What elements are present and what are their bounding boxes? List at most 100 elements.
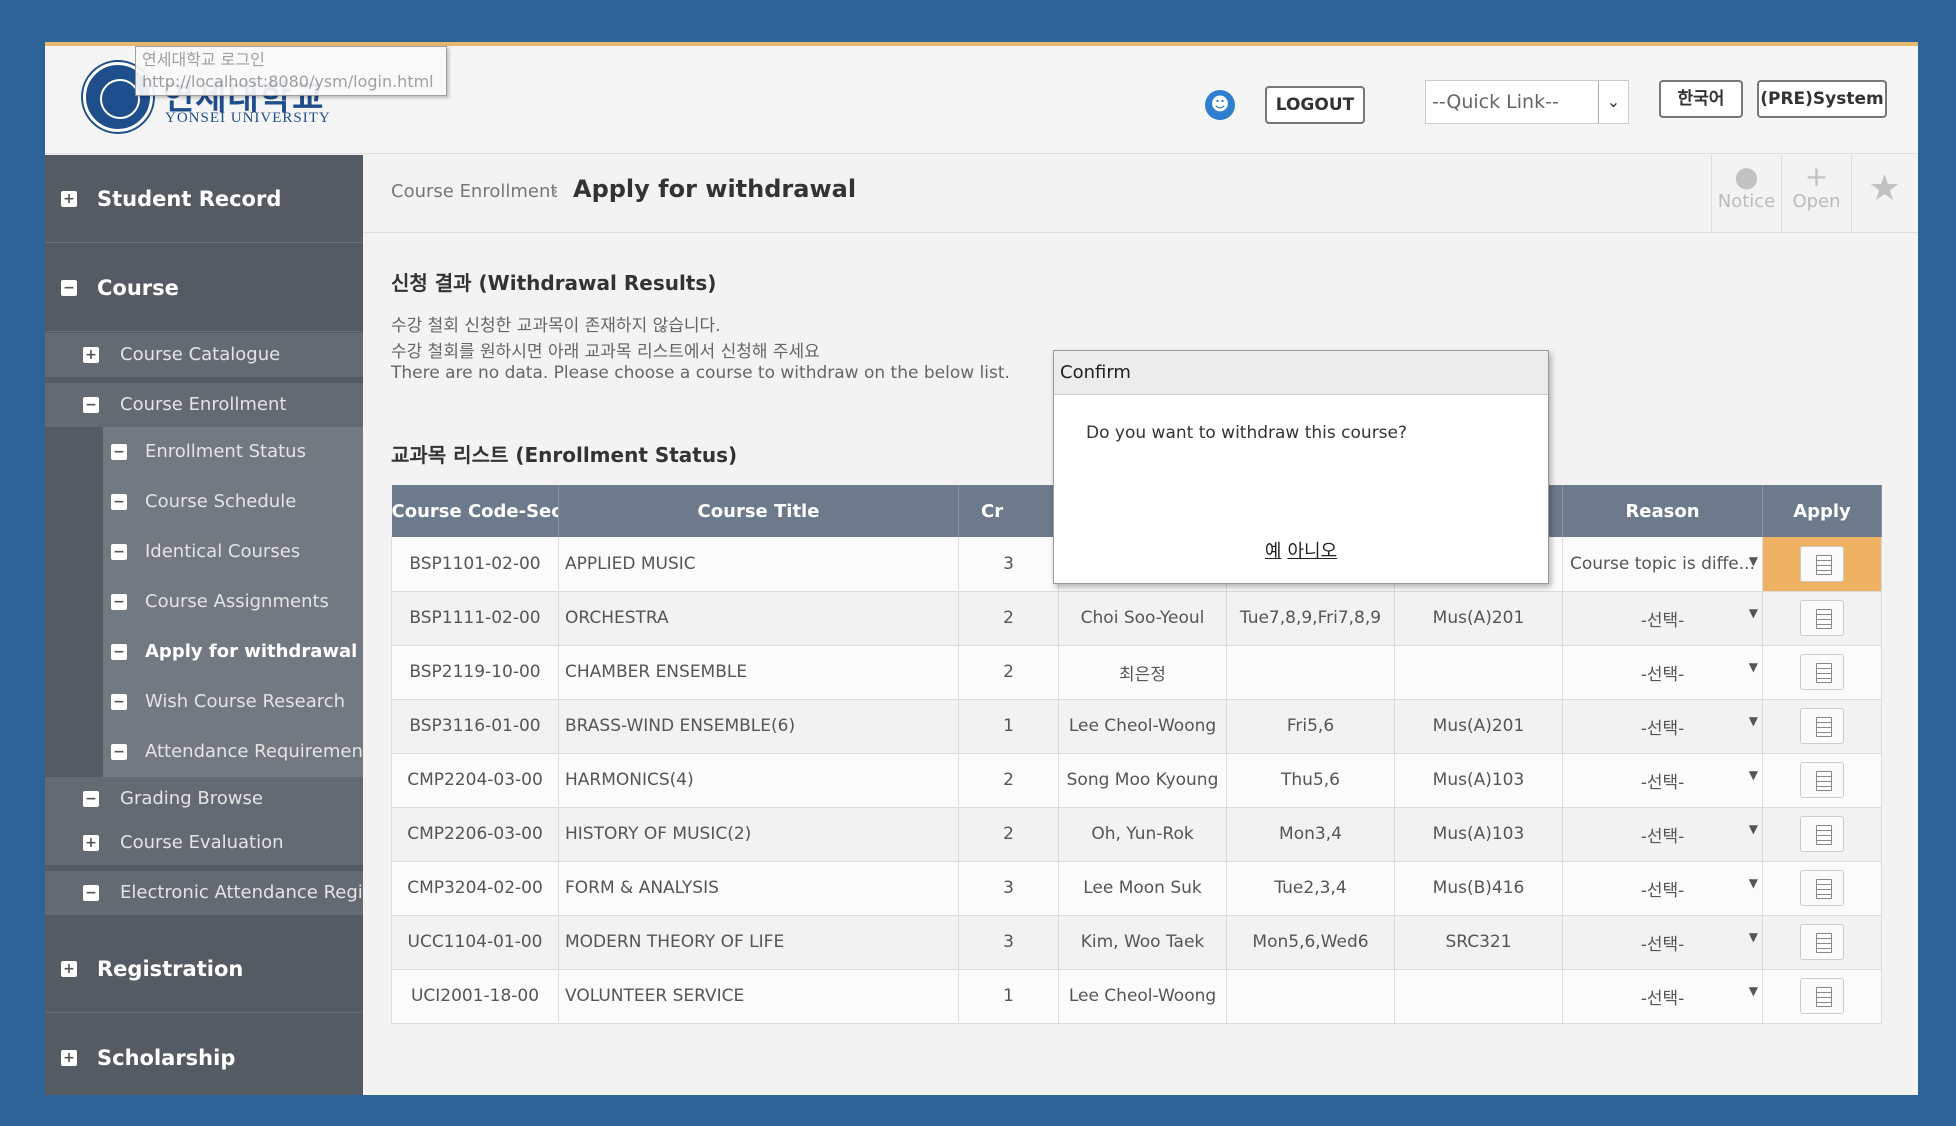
table-row[interactable]: CMP2206-03-00 HISTORY OF MUSIC(2) 2 Oh, Yun… bbox=[391, 807, 1882, 862]
sidebar-item-registration[interactable]: + Registration bbox=[45, 925, 363, 1013]
reason-value: -선택- bbox=[1640, 718, 1685, 739]
table-row[interactable]: BSP1111-02-00 ORCHESTRA 2 Choi Soo-Yeoul Tue… bbox=[391, 591, 1882, 646]
cell-course-title: APPLIED MUSIC bbox=[558, 537, 959, 592]
cell-professor: Lee Cheol-Woong bbox=[1058, 699, 1227, 754]
apply-document-icon[interactable] bbox=[1800, 816, 1844, 852]
apply-document-icon[interactable] bbox=[1800, 654, 1844, 690]
reason-select[interactable]: -선택- ▼ bbox=[1563, 984, 1762, 1009]
sidebar-item-course-catalogue[interactable]: + Course Catalogue bbox=[45, 333, 363, 377]
plus-icon: + bbox=[83, 347, 99, 363]
apply-document-icon[interactable] bbox=[1800, 978, 1844, 1014]
yes-button[interactable]: 예 bbox=[1265, 541, 1282, 562]
cell-apply bbox=[1762, 753, 1882, 808]
sidebar-item-apply-withdrawal[interactable]: − Apply for withdrawal bbox=[103, 627, 363, 677]
cell-credit: 1 bbox=[958, 969, 1059, 1024]
cell-professor: Song Moo Kyoung bbox=[1058, 753, 1227, 808]
cell-course-code: CMP3204-02-00 bbox=[391, 861, 559, 916]
apply-document-icon[interactable] bbox=[1800, 545, 1844, 582]
sidebar-item-attendance-requirement[interactable]: − Attendance Requirement W bbox=[103, 727, 363, 777]
cell-reason: -선택- ▼ bbox=[1562, 699, 1763, 754]
sidebar-item-student-record[interactable]: + Student Record bbox=[45, 155, 363, 243]
reason-value: -선택- bbox=[1640, 610, 1685, 631]
cell-apply bbox=[1762, 861, 1882, 916]
cell-room bbox=[1394, 645, 1563, 700]
col-credit[interactable]: Cr bbox=[958, 485, 1059, 537]
minus-icon: − bbox=[83, 791, 99, 807]
apply-document-icon[interactable] bbox=[1800, 870, 1844, 906]
table-row[interactable]: UCI2001-18-00 VOLUNTEER SERVICE 1 Lee Cheol… bbox=[391, 969, 1882, 1024]
col-course-code[interactable]: Course Code-Sec.-L bbox=[391, 485, 559, 537]
col-apply[interactable]: Apply bbox=[1762, 485, 1882, 537]
cell-apply bbox=[1762, 645, 1882, 700]
table-row[interactable]: CMP3204-02-00 FORM & ANALYSIS 3 Lee Moon Su… bbox=[391, 861, 1882, 916]
sidebar-item-identical-courses[interactable]: − Identical Courses bbox=[103, 527, 363, 577]
reason-select[interactable]: -선택- ▼ bbox=[1563, 606, 1762, 631]
cell-reason: -선택- ▼ bbox=[1562, 753, 1763, 808]
breadcrumb-separator: › bbox=[551, 181, 559, 202]
app-window: 연세대학교 YONSEI UNIVERSITY 연세대학교 로그인 http:/… bbox=[45, 42, 1918, 1095]
minus-icon: − bbox=[83, 397, 99, 413]
cell-course-code: UCI2001-18-00 bbox=[391, 969, 559, 1024]
cell-apply bbox=[1762, 807, 1882, 862]
open-label: Open bbox=[1792, 191, 1841, 212]
caret-down-icon: ▼ bbox=[1748, 929, 1758, 944]
notice-button[interactable]: ● Notice bbox=[1711, 155, 1781, 233]
sidebar: + Student Record − Course + Course Catal… bbox=[45, 155, 363, 1095]
breadcrumb-parent[interactable]: Course Enrollment bbox=[391, 181, 557, 202]
col-course-title[interactable]: Course Title bbox=[558, 485, 959, 537]
reason-select[interactable]: -선택- ▼ bbox=[1563, 930, 1762, 955]
table-row[interactable]: BSP2119-10-00 CHAMBER ENSEMBLE 2 최은정 -선택- ▼ bbox=[391, 645, 1882, 700]
cell-professor: 최은정 bbox=[1058, 645, 1227, 700]
cell-apply bbox=[1762, 591, 1882, 646]
favorite-button[interactable]: ★ bbox=[1851, 155, 1917, 233]
sidebar-item-wish-course[interactable]: − Wish Course Research bbox=[103, 677, 363, 727]
no-button[interactable]: 아니오 bbox=[1287, 541, 1337, 562]
cell-reason: -선택- ▼ bbox=[1562, 861, 1763, 916]
cell-course-title: HARMONICS(4) bbox=[558, 753, 959, 808]
apply-document-icon[interactable] bbox=[1800, 924, 1844, 960]
reason-select[interactable]: -선택- ▼ bbox=[1563, 768, 1762, 793]
logo-english[interactable]: YONSEI UNIVERSITY bbox=[165, 110, 331, 127]
apply-document-icon[interactable] bbox=[1800, 762, 1844, 798]
sidebar-item-label: Course Schedule bbox=[145, 491, 297, 512]
plus-icon: + bbox=[61, 1050, 77, 1066]
table-row[interactable]: CMP2204-03-00 HARMONICS(4) 2 Song Moo Kyoun… bbox=[391, 753, 1882, 808]
sidebar-item-course-evaluation[interactable]: + Course Evaluation bbox=[45, 821, 363, 865]
sidebar-item-course[interactable]: − Course bbox=[45, 244, 363, 332]
plus-icon: + bbox=[1804, 160, 1829, 193]
logout-button[interactable]: LOGOUT bbox=[1265, 86, 1365, 124]
user-profile-icon[interactable]: ☻ bbox=[1205, 90, 1235, 120]
caret-down-icon: ▼ bbox=[1748, 659, 1758, 674]
sidebar-item-scholarship[interactable]: + Scholarship bbox=[45, 1014, 363, 1095]
apply-document-icon[interactable] bbox=[1800, 600, 1844, 636]
sidebar-item-course-assignments[interactable]: − Course Assignments bbox=[103, 577, 363, 627]
sidebar-item-course-schedule[interactable]: − Course Schedule bbox=[103, 477, 363, 527]
cell-course-code: CMP2206-03-00 bbox=[391, 807, 559, 862]
cell-credit: 3 bbox=[958, 915, 1059, 970]
open-button[interactable]: + Open bbox=[1781, 155, 1851, 233]
cell-room: Mus(A)103 bbox=[1394, 807, 1563, 862]
sidebar-item-course-enrollment[interactable]: − Course Enrollment bbox=[45, 383, 363, 427]
cell-time: Tue2,3,4 bbox=[1226, 861, 1395, 916]
reason-select[interactable]: Course topic is diffe... ▼ bbox=[1563, 554, 1762, 574]
reason-select[interactable]: -선택- ▼ bbox=[1563, 714, 1762, 739]
cell-course-title: ORCHESTRA bbox=[558, 591, 959, 646]
sidebar-item-grading-browse[interactable]: − Grading Browse bbox=[45, 777, 363, 821]
table-row[interactable]: UCC1104-01-00 MODERN THEORY OF LIFE 3 Kim, … bbox=[391, 915, 1882, 970]
sidebar-item-label: Wish Course Research bbox=[145, 691, 346, 712]
apply-document-icon[interactable] bbox=[1800, 708, 1844, 744]
sidebar-item-enrollment-status[interactable]: − Enrollment Status bbox=[103, 427, 363, 477]
reason-select[interactable]: -선택- ▼ bbox=[1563, 822, 1762, 847]
col-reason[interactable]: Reason bbox=[1562, 485, 1763, 537]
cell-room: Mus(B)416 bbox=[1394, 861, 1563, 916]
dialog-title[interactable]: Confirm bbox=[1054, 351, 1548, 395]
sidebar-item-electronic-attendance[interactable]: − Electronic Attendance Register bbox=[45, 871, 363, 915]
reason-select[interactable]: -선택- ▼ bbox=[1563, 876, 1762, 901]
quick-link-select[interactable]: --Quick Link-- ⌄ bbox=[1425, 80, 1629, 124]
sidebar-item-label: Grading Browse bbox=[120, 788, 263, 809]
presystem-button[interactable]: (PRE)System bbox=[1757, 80, 1887, 118]
cell-apply bbox=[1762, 915, 1882, 970]
language-button[interactable]: 한국어 bbox=[1659, 80, 1743, 118]
reason-select[interactable]: -선택- ▼ bbox=[1563, 660, 1762, 685]
table-row[interactable]: BSP3116-01-00 BRASS-WIND ENSEMBLE(6) 1 Lee … bbox=[391, 699, 1882, 754]
